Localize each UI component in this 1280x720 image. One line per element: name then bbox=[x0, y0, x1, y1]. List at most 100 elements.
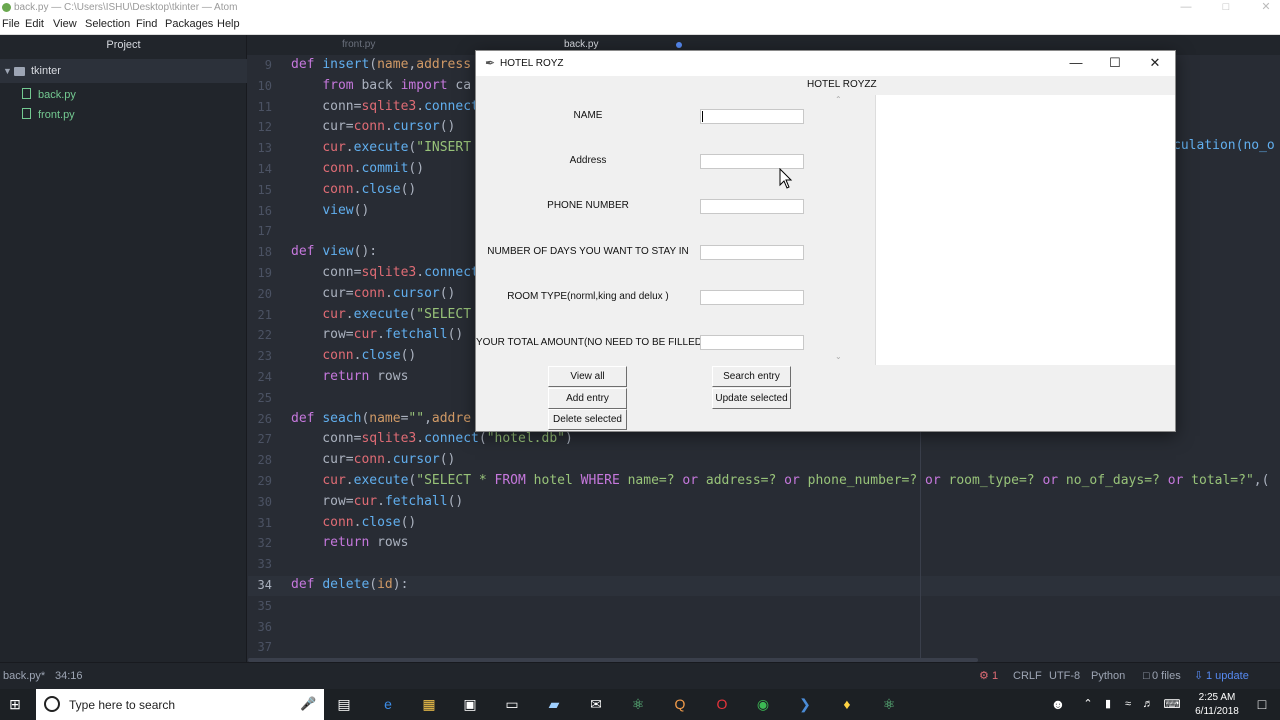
address-field[interactable] bbox=[700, 154, 804, 169]
line-number: 32 bbox=[257, 536, 272, 551]
clock-time[interactable]: 2:25 AM bbox=[1191, 692, 1243, 703]
view-all-button[interactable]: View all bbox=[548, 366, 627, 387]
taskbar-search[interactable]: Type here to search 🎤 bbox=[36, 689, 324, 720]
tab-front-py[interactable]: front.py bbox=[342, 35, 375, 55]
status-encoding[interactable]: UTF-8 bbox=[1049, 663, 1080, 690]
menu-packages[interactable]: Packages bbox=[165, 15, 213, 34]
volume-icon[interactable]: ♬ bbox=[1137, 693, 1159, 715]
status-line-ending[interactable]: CRLF bbox=[1013, 663, 1042, 690]
edge-icon[interactable]: e bbox=[377, 693, 399, 715]
minimize-icon[interactable]: — bbox=[1056, 51, 1096, 76]
windows-start-icon[interactable]: ⊞ bbox=[4, 693, 26, 715]
code-text: return rows bbox=[322, 535, 409, 551]
people-icon[interactable]: ☻ bbox=[1047, 693, 1069, 715]
add-entry-button[interactable]: Add entry bbox=[548, 388, 627, 409]
mail-icon[interactable]: ✉ bbox=[585, 693, 607, 715]
python-icon[interactable]: ♦ bbox=[836, 693, 858, 715]
list-scrollbar[interactable]: ⌃ ⌄ bbox=[834, 95, 846, 365]
update-selected-button[interactable]: Update selected bbox=[712, 388, 791, 409]
status-file[interactable]: back.py* bbox=[3, 663, 45, 690]
store-icon[interactable]: ▣ bbox=[459, 693, 481, 715]
code-line: 27 conn=sqlite3.connect("hotel.db") bbox=[248, 430, 1280, 450]
search-entry-button[interactable]: Search entry bbox=[712, 366, 791, 387]
status-cursor[interactable]: 34:16 bbox=[55, 663, 83, 690]
line-number: 10 bbox=[257, 78, 272, 93]
file-explorer-icon[interactable]: ▦ bbox=[418, 693, 440, 715]
menu-view[interactable]: View bbox=[53, 15, 77, 34]
file-icon: □ bbox=[1143, 670, 1150, 682]
menu-file[interactable]: File bbox=[2, 15, 20, 34]
room-type-field[interactable] bbox=[700, 290, 804, 305]
scroll-up-icon[interactable]: ⌃ bbox=[835, 95, 842, 104]
wifi-icon[interactable]: ≈ bbox=[1117, 693, 1139, 715]
maximize-icon[interactable]: □ bbox=[1212, 0, 1240, 15]
file-back-py[interactable]: back.py bbox=[22, 85, 76, 105]
code-text: cur.execute("SELECT * FROM hotel WHERE n… bbox=[322, 473, 1270, 488]
code-line: 31 conn.close() bbox=[248, 514, 1280, 534]
delete-selected-button[interactable]: Delete selected bbox=[548, 409, 627, 430]
code-text: conn.commit() bbox=[322, 161, 425, 176]
file-front-py[interactable]: front.py bbox=[22, 105, 75, 125]
room-type-label: ROOM TYPE(norml,king and delux ) bbox=[507, 291, 669, 302]
phone-field[interactable] bbox=[700, 199, 804, 214]
terminal-icon[interactable]: ▭ bbox=[501, 693, 523, 715]
hotel-app-window: ✒ HOTEL ROYZ — ☐ ✕ HOTEL ROYZZ NAME Addr… bbox=[475, 50, 1176, 432]
line-number: 29 bbox=[257, 474, 272, 488]
days-field[interactable] bbox=[700, 245, 804, 260]
status-update[interactable]: 1 update bbox=[1206, 663, 1249, 690]
line-number: 15 bbox=[257, 182, 272, 197]
opera-icon[interactable]: O bbox=[711, 693, 733, 715]
menu-edit[interactable]: Edit bbox=[25, 15, 44, 34]
notification-icon[interactable]: □ bbox=[1251, 693, 1273, 715]
menu-help[interactable]: Help bbox=[217, 15, 240, 34]
scroll-down-icon[interactable]: ⌄ bbox=[835, 352, 842, 361]
notes-icon[interactable]: ▰ bbox=[543, 693, 565, 715]
menu-find[interactable]: Find bbox=[136, 15, 157, 34]
code-line: 37 bbox=[248, 638, 1280, 658]
code-line: 35 bbox=[248, 597, 1280, 617]
app-heading: HOTEL ROYZZ bbox=[807, 79, 877, 90]
app-title: HOTEL ROYZ bbox=[500, 58, 564, 69]
status-git[interactable]: 0 files bbox=[1152, 663, 1181, 690]
code-text: cur=conn.cursor() bbox=[291, 452, 456, 468]
window-title: back.py — C:\Users\ISHU\Desktop\tkinter … bbox=[14, 2, 238, 13]
line-number: 9 bbox=[264, 58, 272, 72]
status-grammar[interactable]: Python bbox=[1091, 663, 1125, 690]
chevron-up-icon[interactable]: ⌃ bbox=[1077, 693, 1099, 715]
code-line: 32 return rows bbox=[248, 534, 1280, 554]
menu-selection[interactable]: Selection bbox=[85, 15, 130, 34]
folder-tkinter[interactable]: ▼ tkinter bbox=[0, 59, 247, 83]
close-icon[interactable]: ✕ bbox=[1252, 0, 1280, 15]
folder-icon bbox=[14, 67, 25, 76]
project-header[interactable]: Project bbox=[0, 35, 247, 57]
line-number: 12 bbox=[257, 120, 272, 135]
line-number: 25 bbox=[257, 390, 272, 405]
atom-running-icon[interactable]: ⚛ bbox=[878, 693, 900, 715]
total-field[interactable] bbox=[700, 335, 804, 350]
task-view-icon[interactable]: ▤ bbox=[333, 693, 355, 715]
code-text: conn.close() bbox=[322, 181, 417, 197]
maximize-icon[interactable]: ☐ bbox=[1095, 51, 1135, 76]
cortana-icon bbox=[44, 696, 60, 712]
clock-date[interactable]: 6/11/2018 bbox=[1187, 706, 1247, 717]
q-app-icon[interactable]: Q bbox=[669, 693, 691, 715]
total-label: YOUR TOTAL AMOUNT(NO NEED TO BE FILLED) bbox=[476, 337, 706, 348]
minimize-icon[interactable]: — bbox=[1172, 0, 1200, 15]
powershell-icon[interactable]: ❯ bbox=[794, 693, 816, 715]
name-field[interactable] bbox=[700, 109, 804, 124]
microphone-icon[interactable]: 🎤 bbox=[300, 696, 316, 712]
text-cursor bbox=[702, 111, 703, 122]
line-number: 13 bbox=[257, 141, 272, 156]
bug-icon[interactable]: ⚙ bbox=[979, 663, 989, 690]
code-text: return rows bbox=[322, 369, 409, 384]
line-number: 33 bbox=[257, 557, 272, 572]
close-icon[interactable]: ✕ bbox=[1135, 51, 1175, 76]
chrome-icon[interactable]: ◉ bbox=[752, 693, 774, 715]
entries-listbox[interactable] bbox=[875, 95, 1175, 365]
file-label: back.py bbox=[38, 89, 76, 101]
keyboard-icon[interactable]: ⌨ bbox=[1161, 693, 1183, 715]
battery-icon[interactable]: ▮ bbox=[1097, 693, 1119, 715]
status-issues[interactable]: 1 bbox=[992, 663, 998, 690]
code-text: cur=conn.cursor() bbox=[291, 285, 456, 301]
atom-icon[interactable]: ⚛ bbox=[627, 693, 649, 715]
